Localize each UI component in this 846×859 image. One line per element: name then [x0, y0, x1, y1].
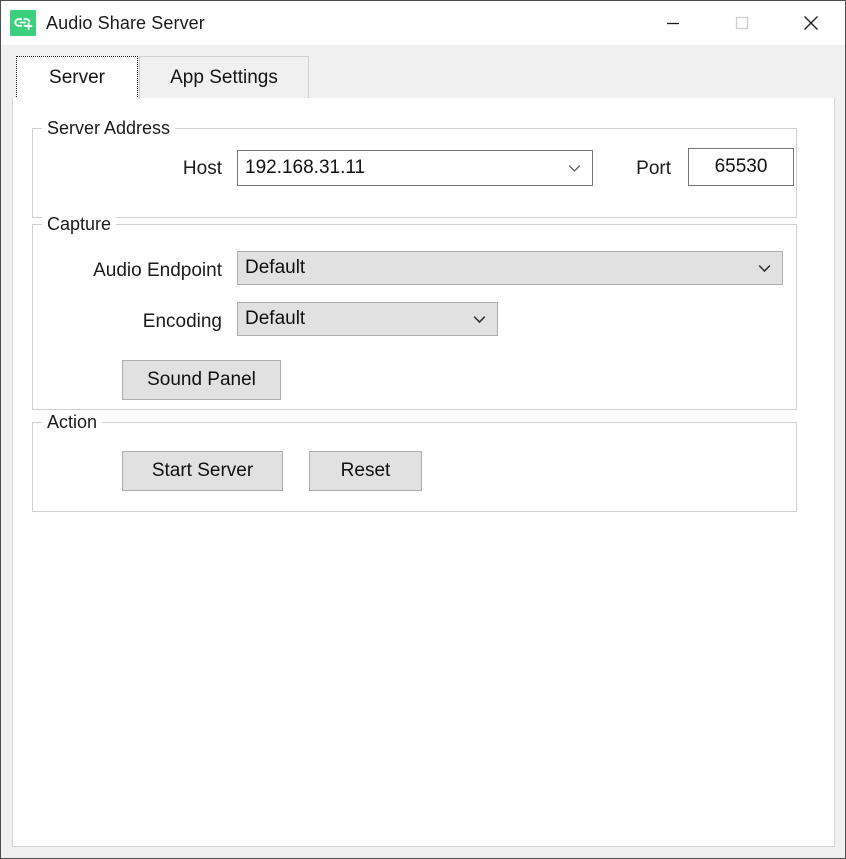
chevron-down-icon	[468, 315, 490, 324]
port-value: 65530	[715, 156, 768, 178]
chevron-down-icon	[563, 164, 585, 173]
link-plus-icon	[10, 10, 36, 36]
audio-endpoint-value: Default	[245, 257, 305, 279]
close-icon	[799, 11, 823, 35]
port-input[interactable]: 65530	[688, 148, 794, 186]
encoding-combobox[interactable]: Default	[237, 302, 498, 336]
start-server-button-label: Start Server	[152, 460, 253, 482]
tab-app-settings[interactable]: App Settings	[139, 56, 309, 99]
window-controls	[638, 1, 845, 45]
sound-panel-button[interactable]: Sound Panel	[122, 360, 281, 400]
reset-button[interactable]: Reset	[309, 451, 422, 491]
window-title: Audio Share Server	[46, 14, 205, 32]
port-label: Port	[611, 158, 671, 180]
app-window: Audio Share Server Server	[0, 0, 846, 859]
maximize-icon	[731, 12, 753, 34]
chevron-down-icon	[753, 264, 775, 273]
maximize-button[interactable]	[707, 1, 776, 45]
encoding-label: Encoding	[102, 311, 222, 333]
reset-button-label: Reset	[341, 460, 391, 482]
audio-endpoint-combobox[interactable]: Default	[237, 251, 783, 285]
audio-endpoint-label: Audio Endpoint	[67, 260, 222, 282]
title-bar: Audio Share Server	[1, 1, 845, 45]
start-server-button[interactable]: Start Server	[122, 451, 283, 491]
group-action-title: Action	[42, 412, 102, 432]
group-capture: Capture Audio Endpoint Default Encoding …	[32, 224, 797, 410]
sound-panel-button-label: Sound Panel	[147, 369, 256, 391]
tab-panel-server: Server Address Host 192.168.31.11 Port 6…	[12, 98, 835, 847]
group-server-address: Server Address Host 192.168.31.11 Port 6…	[32, 128, 797, 218]
tab-app-settings-label: App Settings	[170, 67, 278, 89]
encoding-value: Default	[245, 308, 305, 330]
host-value: 192.168.31.11	[245, 157, 365, 179]
minimize-button[interactable]	[638, 1, 707, 45]
tab-bar: Server App Settings	[12, 46, 835, 99]
group-action: Action Start Server Reset	[32, 422, 797, 512]
tab-server-label: Server	[49, 67, 105, 89]
host-combobox[interactable]: 192.168.31.11	[237, 150, 593, 186]
group-server-address-title: Server Address	[42, 118, 175, 138]
host-label: Host	[155, 158, 222, 180]
group-capture-title: Capture	[42, 214, 116, 234]
close-button[interactable]	[776, 1, 845, 45]
tab-server[interactable]: Server	[16, 56, 138, 99]
minimize-icon	[662, 12, 684, 34]
